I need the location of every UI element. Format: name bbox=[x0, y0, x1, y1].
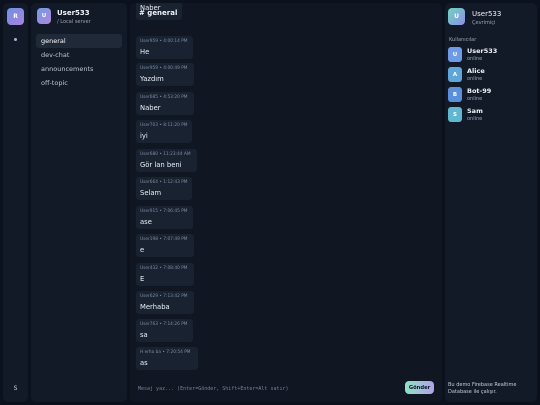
rail-bottom-label[interactable]: S bbox=[3, 385, 28, 392]
message-item: User959 • 4:00:14 PM He bbox=[136, 36, 193, 59]
message-item: User915 • 7:06:45 PM ase bbox=[136, 206, 193, 229]
demo-notice: Bu demo Firebase Realtime Database ile ç… bbox=[448, 382, 517, 395]
server-rail: R S bbox=[3, 3, 28, 402]
message-item: User685 • 4:53:20 PM Naber bbox=[136, 92, 194, 115]
user-status: online bbox=[467, 116, 483, 122]
message-meta: User959 • 4:00:49 PM bbox=[140, 66, 188, 71]
message-list[interactable]: Naber User959 • 4:00:14 PM He User959 • … bbox=[130, 3, 442, 376]
channel-item-general[interactable]: general bbox=[36, 34, 122, 48]
message-meta: User629 • 7:13:42 PM bbox=[140, 294, 188, 299]
message-text: e bbox=[140, 246, 145, 254]
sidebar-server-label: / Local server bbox=[57, 19, 91, 25]
avatar: U bbox=[448, 8, 465, 25]
sidebar-username: User533 bbox=[57, 9, 90, 17]
message-item: User629 • 7:13:42 PM Merhaba bbox=[136, 291, 194, 314]
user-item[interactable]: S Sam online bbox=[448, 105, 534, 125]
user-avatar: A bbox=[448, 67, 462, 82]
message-text: Naber bbox=[140, 104, 161, 112]
user-name: Sam bbox=[467, 107, 483, 115]
message-text: Gör lan beni bbox=[140, 161, 182, 169]
message-input[interactable] bbox=[138, 382, 400, 395]
user-status: online bbox=[467, 76, 483, 82]
message-item: User198 • 7:07:49 PM e bbox=[136, 234, 194, 257]
channel-item-dev-chat[interactable]: dev-chat bbox=[36, 48, 122, 62]
message-meta: User198 • 7:07:49 PM bbox=[140, 237, 188, 242]
user-item[interactable]: B Bot-99 online bbox=[448, 85, 534, 105]
chat-main: Naber User959 • 4:00:14 PM He User959 • … bbox=[130, 3, 442, 402]
message-text: He bbox=[140, 48, 150, 56]
message-item: User959 • 4:00:49 PM Yazdım bbox=[136, 63, 194, 86]
message-meta: User763 • 7:14:26 PM bbox=[140, 322, 188, 327]
send-button[interactable]: Gönder bbox=[405, 381, 434, 394]
user-name: Alice bbox=[467, 67, 485, 75]
message-meta: User664 • 1:12:43 PM bbox=[140, 180, 188, 185]
user-item[interactable]: U User533 online bbox=[448, 45, 534, 65]
message-text: iyi bbox=[140, 132, 148, 140]
dot-icon bbox=[14, 38, 17, 41]
message-text: Selam bbox=[140, 189, 162, 197]
user-panel: U User533 Çevrimiçi Kullanıcılar U User5… bbox=[445, 3, 537, 402]
channel-item-off-topic[interactable]: off-topic bbox=[36, 76, 122, 90]
message-text: Yazdım bbox=[140, 75, 164, 83]
message-item: User703 • 8:11:20 PM iyi bbox=[136, 120, 192, 143]
message-text: E bbox=[140, 275, 145, 283]
message-item: H erha ba • 7:20:54 PM as bbox=[136, 347, 198, 370]
message-item: User763 • 7:14:26 PM sa bbox=[136, 319, 193, 342]
user-avatar: B bbox=[448, 87, 462, 102]
user-name: Bot-99 bbox=[467, 87, 492, 95]
current-username: User533 bbox=[472, 10, 502, 18]
channel-list: general dev-chat announcements off-topic bbox=[36, 34, 122, 90]
message-composer: Gönder bbox=[130, 376, 442, 402]
channel-item-announcements[interactable]: announcements bbox=[36, 62, 122, 76]
current-user-status: Çevrimiçi bbox=[472, 20, 496, 26]
message-meta: User915 • 7:06:45 PM bbox=[140, 209, 188, 214]
user-item[interactable]: A Alice online bbox=[448, 65, 534, 85]
user-avatar: U bbox=[448, 47, 462, 62]
message-meta: User959 • 4:00:14 PM bbox=[140, 39, 188, 44]
message-text: Merhaba bbox=[140, 303, 170, 311]
current-user-header: U User533 Çevrimiçi bbox=[448, 8, 534, 26]
channel-title: # general bbox=[139, 9, 178, 17]
user-status: online bbox=[467, 56, 483, 62]
message-item: User664 • 1:12:43 PM Selam bbox=[136, 177, 192, 200]
channel-sidebar: U User533 / Local server general dev-cha… bbox=[31, 3, 127, 402]
user-status: online bbox=[467, 96, 483, 102]
sidebar-header: U User533 / Local server bbox=[37, 8, 123, 28]
server-icon[interactable]: R bbox=[7, 8, 24, 25]
users-section-title: Kullanıcılar bbox=[449, 37, 477, 43]
message-text: as bbox=[140, 359, 148, 367]
message-meta: User432 • 7:08:40 PM bbox=[140, 266, 188, 271]
user-avatar: S bbox=[448, 107, 462, 122]
message-text: sa bbox=[140, 331, 148, 339]
message-item: User432 • 7:08:40 PM E bbox=[136, 263, 194, 286]
message-text: ase bbox=[140, 218, 152, 226]
user-name: User533 bbox=[467, 47, 498, 55]
message-meta: H erha ba • 7:20:54 PM bbox=[140, 350, 191, 355]
message-item: User680 • 11:23:44 AM Gör lan beni bbox=[136, 149, 197, 172]
message-meta: User680 • 11:23:44 AM bbox=[140, 152, 191, 157]
message-meta: User685 • 4:53:20 PM bbox=[140, 95, 188, 100]
message-meta: User703 • 8:11:20 PM bbox=[140, 123, 188, 128]
user-list: U User533 online A Alice online B Bot-99… bbox=[448, 45, 534, 125]
avatar: U bbox=[37, 8, 51, 24]
